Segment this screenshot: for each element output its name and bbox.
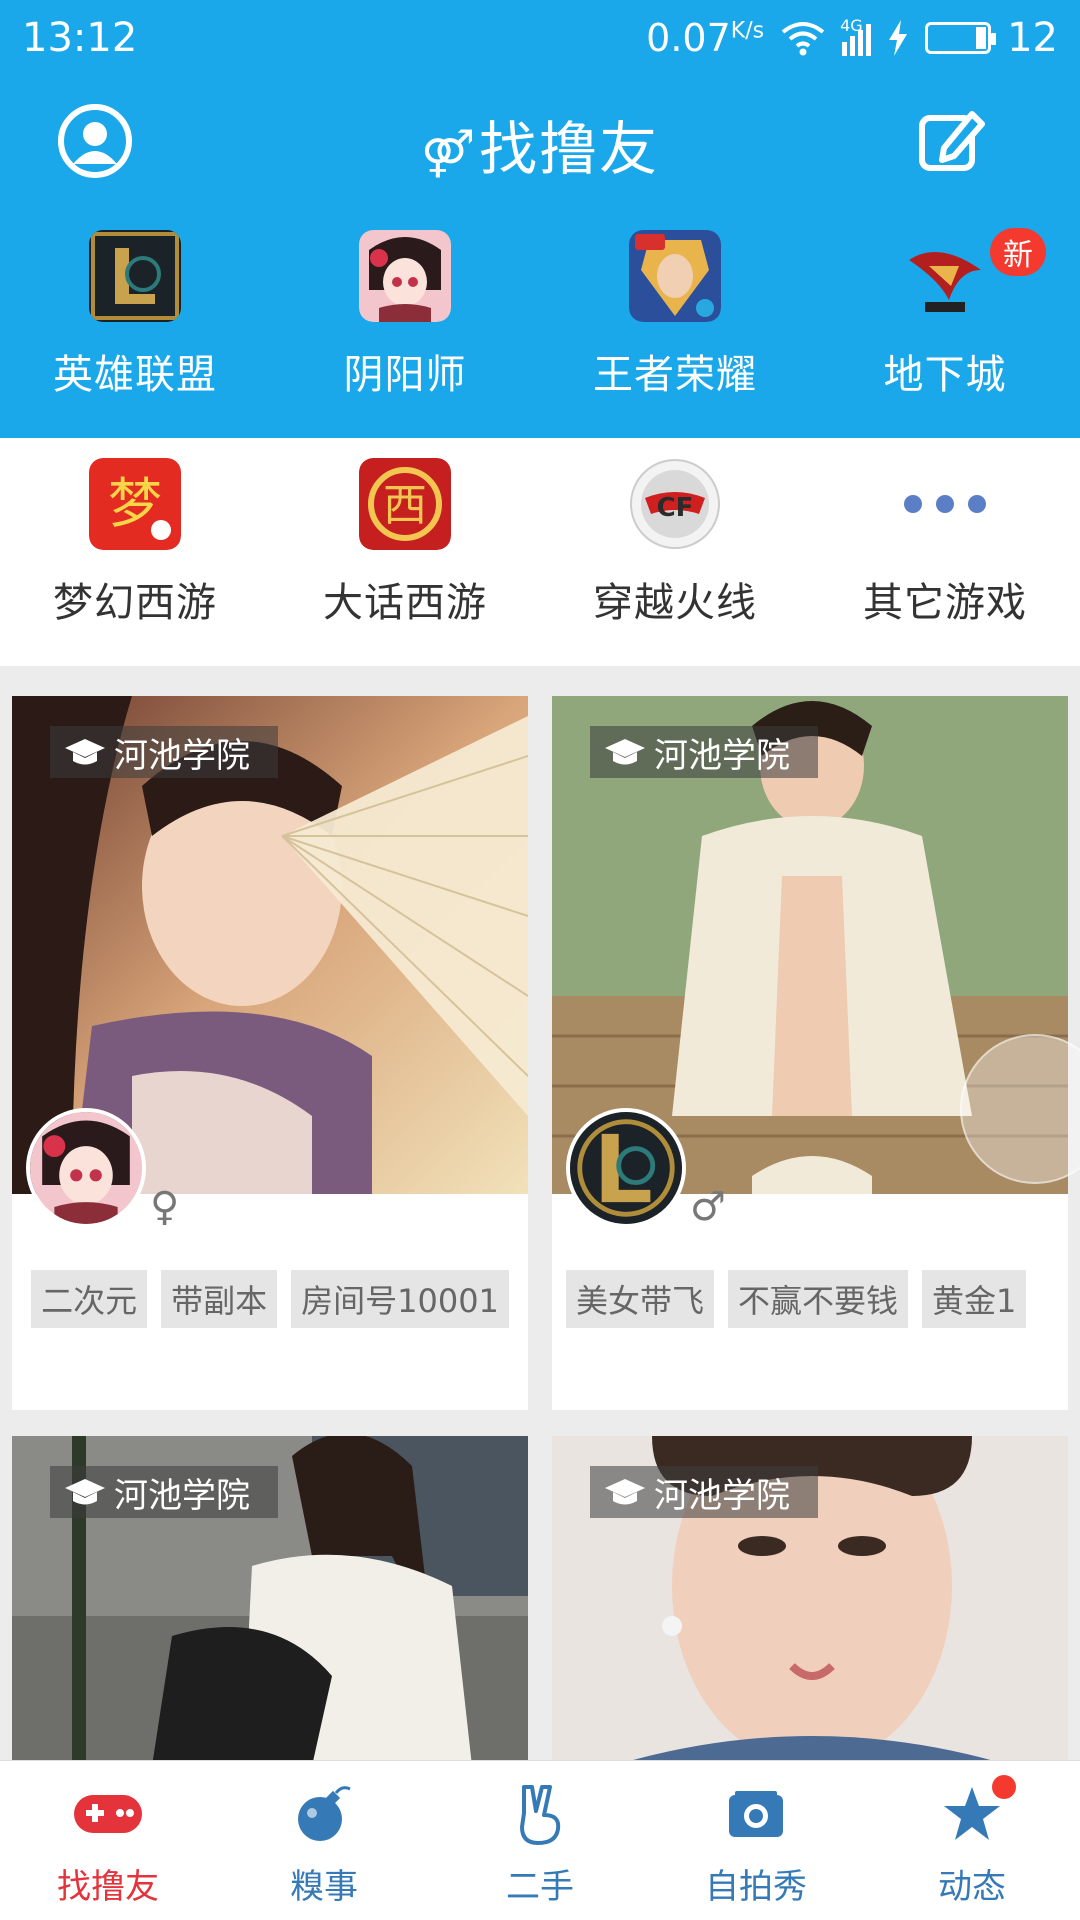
camera-icon xyxy=(720,1783,792,1845)
game-label: 阴阳师 xyxy=(343,352,467,398)
nav-label: 自拍秀 xyxy=(705,1867,807,1907)
tag: 不赢不要钱 xyxy=(728,1270,909,1328)
screen: 13:12 0.07K/s 4G 12 ⚤找撸友 英雄联盟 阴阳师 王者荣耀 新… xyxy=(0,0,1080,1920)
signal-icon: 4G xyxy=(840,16,872,56)
graduation-cap-icon xyxy=(605,1479,645,1505)
game-label: 大话西游 xyxy=(323,580,487,626)
game-item-menghuan[interactable]: 梦 梦幻西游 xyxy=(0,458,270,638)
game-avatar[interactable] xyxy=(26,1108,146,1228)
tag-list: 二次元 带副本 房间号10001 xyxy=(12,1270,528,1328)
nav-label: 二手 xyxy=(506,1867,574,1907)
dungeon-fighter-icon xyxy=(899,230,991,322)
tag: 带副本 xyxy=(161,1270,278,1328)
game-item-others[interactable]: 其它游戏 xyxy=(810,458,1080,638)
graduation-cap-icon xyxy=(605,739,645,765)
graduation-cap-icon xyxy=(65,1479,105,1505)
svg-text:西: 西 xyxy=(383,480,427,531)
nav-jokes[interactable]: 糗事 xyxy=(216,1761,432,1920)
game-label: 其它游戏 xyxy=(863,580,1027,626)
status-bar: 13:12 0.07K/s 4G 12 xyxy=(0,0,1080,76)
game-item-onmyoji[interactable]: 阴阳师 xyxy=(270,230,540,410)
gamepad-icon xyxy=(72,1783,144,1845)
notification-dot xyxy=(992,1775,1016,1799)
game-item-honor-of-kings[interactable]: 王者荣耀 xyxy=(540,230,810,410)
school-label: 河池学院 xyxy=(590,1466,818,1518)
title-bar: ⚤找撸友 xyxy=(0,92,1080,192)
game-label: 地下城 xyxy=(883,352,1007,398)
svg-text:CF: CF xyxy=(657,493,694,523)
wifi-icon xyxy=(781,22,825,56)
nav-label: 糗事 xyxy=(290,1867,358,1907)
tag: 房间号10001 xyxy=(291,1270,509,1328)
compose-button[interactable] xyxy=(916,104,988,176)
game-avatar[interactable] xyxy=(566,1108,686,1228)
status-icons: 0.07K/s 4G 12 xyxy=(646,15,1058,61)
tag: 二次元 xyxy=(31,1270,148,1328)
game-item-lol[interactable]: 英雄联盟 xyxy=(0,230,270,410)
school-label: 河池学院 xyxy=(590,726,818,778)
game-label: 英雄联盟 xyxy=(53,352,217,398)
user-card[interactable]: 河池学院 xyxy=(12,1436,528,1766)
game-grid-top: 英雄联盟 阴阳师 王者荣耀 新 地下城 xyxy=(0,228,1080,410)
user-card[interactable]: 河池学院 ♀ 二次元 带副本 房间号10001 xyxy=(12,696,528,1410)
game-grid-bottom: 梦 梦幻西游 西 大话西游 CF 穿越火线 其它游戏 xyxy=(0,458,1080,638)
battery-level: 12 xyxy=(1007,15,1058,61)
onmyoji-avatar-icon xyxy=(30,1112,142,1224)
status-time: 13:12 xyxy=(22,15,138,61)
game-label: 王者荣耀 xyxy=(593,352,757,398)
edit-icon xyxy=(919,111,985,171)
game-label: 梦幻西游 xyxy=(53,580,217,626)
game-item-crossfire[interactable]: CF 穿越火线 xyxy=(540,458,810,638)
bottom-nav: 找撸友 糗事 二手 自拍秀 动态 xyxy=(0,1760,1080,1920)
gender-symbol-icon: ⚤ xyxy=(420,126,478,180)
league-avatar-icon xyxy=(570,1112,682,1224)
gender-female-icon: ♀ xyxy=(150,1184,180,1230)
onmyoji-icon xyxy=(359,230,451,322)
nav-label: 找撸友 xyxy=(57,1867,159,1907)
gender-male-icon: ♂ xyxy=(690,1184,726,1230)
game-item-dnf[interactable]: 新 地下城 xyxy=(810,228,1080,410)
fantasy-westward-icon: 梦 xyxy=(89,458,181,550)
network-speed: 0.07K/s xyxy=(646,16,765,60)
charging-icon xyxy=(889,20,908,56)
new-badge: 新 xyxy=(990,228,1046,276)
tag: 美女带飞 xyxy=(566,1270,715,1328)
game-label: 穿越火线 xyxy=(593,580,757,626)
nav-find-friends[interactable]: 找撸友 xyxy=(0,1761,216,1920)
more-dots-icon xyxy=(904,458,986,550)
league-of-legends-icon xyxy=(89,230,181,322)
westward-journey-icon: 西 xyxy=(359,458,451,550)
nav-activity[interactable]: 动态 xyxy=(864,1761,1080,1920)
nav-label: 动态 xyxy=(938,1867,1006,1907)
game-item-dahua[interactable]: 西 大话西游 xyxy=(270,458,540,638)
app-header: 13:12 0.07K/s 4G 12 ⚤找撸友 英雄联盟 阴阳师 王者荣耀 新… xyxy=(0,0,1080,438)
crossfire-icon: CF xyxy=(630,459,720,549)
nav-selfie[interactable]: 自拍秀 xyxy=(648,1761,864,1920)
honor-of-kings-icon xyxy=(629,230,721,322)
graduation-cap-icon xyxy=(65,739,105,765)
user-card[interactable]: 河池学院 xyxy=(552,1436,1068,1766)
tag-list: 美女带飞 不赢不要钱 黄金1 xyxy=(552,1270,1068,1328)
tag: 黄金1 xyxy=(922,1270,1027,1328)
bomb-icon xyxy=(288,1783,360,1845)
battery-icon xyxy=(925,22,997,54)
school-label: 河池学院 xyxy=(50,1466,278,1518)
peace-hand-icon xyxy=(504,1783,576,1845)
school-label: 河池学院 xyxy=(50,726,278,778)
nav-secondhand[interactable]: 二手 xyxy=(432,1761,648,1920)
